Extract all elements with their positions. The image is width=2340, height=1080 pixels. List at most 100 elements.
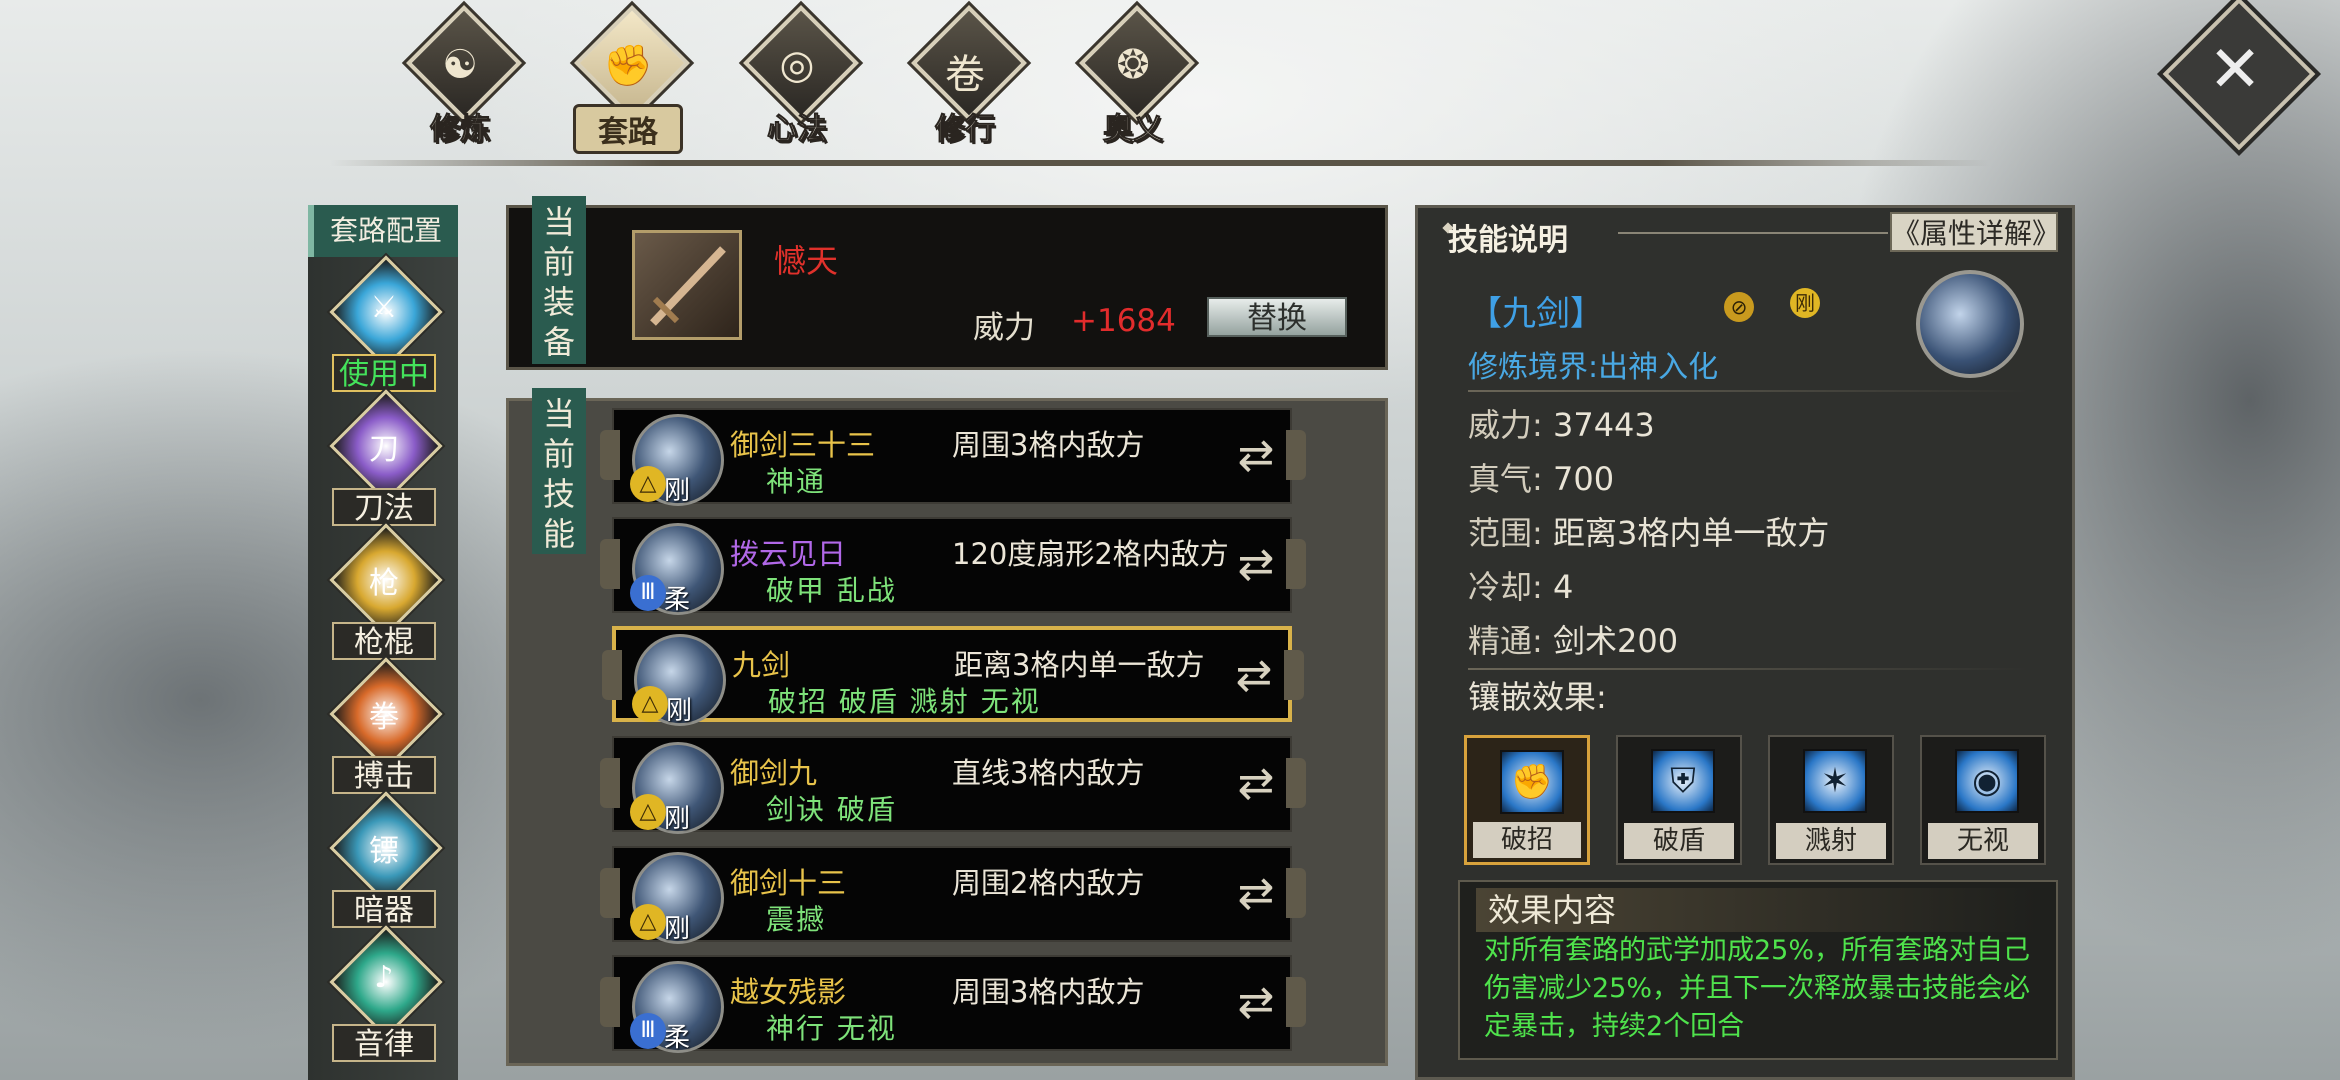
swap-icon[interactable]: ⇄: [1230, 758, 1282, 810]
row-cap: [1286, 977, 1306, 1027]
equipment-section-label: 当前装备: [532, 196, 586, 364]
weapon-slot[interactable]: [632, 230, 742, 340]
tab-label: 修行: [935, 112, 996, 148]
tab-label: 心法: [767, 112, 828, 148]
type-badge: 刚: [1790, 288, 1820, 318]
tab-2[interactable]: ✊ 套路: [553, 5, 703, 154]
inlay-slot[interactable]: ✊ 破招: [1464, 735, 1590, 865]
inlay-icon: ✶: [1803, 749, 1867, 813]
skill-name: 拨云见日: [730, 537, 847, 571]
stat-value: 37443: [1552, 406, 1655, 444]
effect-title: 效果内容: [1476, 888, 2036, 932]
swap-icon[interactable]: ⇄: [1230, 977, 1282, 1029]
skill-type: 刚: [664, 476, 691, 506]
stat-row: 冷却: 4: [1468, 562, 1573, 608]
skill-range: 周围3格内敌方: [952, 428, 1145, 462]
attribute-detail-button[interactable]: 《属性详解》: [1890, 212, 2060, 252]
skill-type: 刚: [664, 914, 691, 944]
skill-row[interactable]: △ 刚 九剑 破招 破盾 溅射 无视 距离3格内单一敌方 ⇄: [602, 626, 1304, 726]
inlay-label: 破招: [1473, 822, 1581, 858]
power-label: 威力: [973, 310, 1035, 346]
row-cap: [1286, 430, 1306, 480]
element-badge-icon: △: [630, 794, 666, 830]
stat-key: 精通:: [1468, 622, 1543, 660]
skill-name: 越女残影: [730, 975, 847, 1009]
sword-icon: [650, 246, 726, 326]
skill-name: 御剑十三: [730, 866, 847, 900]
stat-row: 真气: 700: [1468, 454, 1614, 500]
element-badge-icon: △: [632, 686, 668, 722]
inlay-slot[interactable]: ✶ 溅射: [1768, 735, 1894, 865]
tab-3[interactable]: ◎ 心法: [722, 5, 872, 148]
skill-row[interactable]: △ 刚 御剑三十三 神通 周围3格内敌方 ⇄: [600, 408, 1306, 506]
row-cap: [600, 758, 620, 808]
tab-icon: ❂: [1116, 42, 1150, 88]
power-bonus: +1684: [1071, 303, 1176, 339]
element-badge-icon: Ⅲ: [630, 1013, 666, 1049]
row-cap: [1286, 539, 1306, 589]
skill-row[interactable]: Ⅲ 柔 拨云见日 破甲 乱战 120度扇形2格内敌方 ⇄: [600, 517, 1306, 615]
divider: [1468, 390, 2028, 392]
skill-range: 直线3格内敌方: [952, 756, 1145, 790]
skill-row[interactable]: △ 刚 御剑十三 震撼 周围2格内敌方 ⇄: [600, 846, 1306, 944]
skill-row[interactable]: Ⅲ 柔 越女残影 神行 无视 周围3格内敌方 ⇄: [600, 955, 1306, 1053]
stat-key: 真气:: [1468, 460, 1543, 498]
skill-range: 120度扇形2格内敌方: [952, 537, 1229, 571]
stat-value: 距离3格内单一敌方: [1552, 514, 1830, 552]
skill-title: 【九剑】: [1468, 294, 1604, 334]
row-cap: [602, 650, 622, 700]
sidebar-title: 套路配置: [308, 205, 458, 257]
swap-icon[interactable]: ⇄: [1230, 430, 1282, 482]
sidebar-item-1[interactable]: ⚔ 使用中: [322, 255, 446, 392]
sidebar-item-label: 音律: [332, 1024, 436, 1062]
realm-text: 修炼境界:出神入化: [1468, 350, 1719, 385]
swap-icon[interactable]: ⇄: [1230, 868, 1282, 920]
replace-button[interactable]: 替换: [1207, 297, 1347, 337]
sidebar-item-2[interactable]: 刀刀法: [322, 389, 446, 526]
inlay-slot[interactable]: ⛨ 破盾: [1616, 735, 1742, 865]
swap-icon[interactable]: ⇄: [1228, 650, 1280, 702]
sidebar-item-label: 搏击: [332, 756, 436, 794]
tab-label: 修炼: [430, 112, 491, 148]
row-cap: [600, 539, 620, 589]
row-cap: [1286, 758, 1306, 808]
fist-icon-glyph: 拳: [369, 700, 399, 735]
stat-key: 冷却:: [1468, 568, 1543, 606]
skill-tags: 破招 破盾 溅射 无视: [768, 685, 1041, 718]
skill-row[interactable]: △ 刚 御剑九 剑诀 破盾 直线3格内敌方 ⇄: [600, 736, 1306, 834]
spear-icon-glyph: 枪: [369, 566, 399, 601]
sidebar-item-label: 使用中: [332, 354, 436, 392]
tab-icon: ☯: [442, 42, 478, 88]
effect-text: 对所有套路的武学加成25%，所有套路对自己伤害减少25%，并且下一次释放暴击技能…: [1484, 935, 2031, 1042]
sidebar-item-label: 暗器: [332, 890, 436, 928]
stat-row: 精通: 剑术200: [1468, 616, 1678, 662]
sidebar-item-5[interactable]: 镖暗器: [322, 791, 446, 928]
element-badge-icon: △: [630, 904, 666, 940]
weapon-name: 憾天: [774, 242, 839, 280]
title-line: [1618, 232, 1888, 234]
inlay-label: 溅射: [1776, 823, 1886, 859]
swap-icon[interactable]: ⇄: [1230, 539, 1282, 591]
sidebar-item-4[interactable]: 拳搏击: [322, 657, 446, 794]
inlay-slot[interactable]: ◉ 无视: [1920, 735, 2046, 865]
divider: [1468, 668, 2028, 670]
dart-icon-glyph: 镖: [369, 834, 399, 869]
row-cap: [600, 868, 620, 918]
inlay-label: 无视: [1928, 823, 2038, 859]
stat-row: 威力: 37443: [1468, 400, 1655, 446]
tab-icon: ✊: [603, 43, 653, 89]
tab-1[interactable]: ☯ 修炼: [385, 5, 535, 148]
tab-5[interactable]: ❂ 奥义: [1058, 5, 1208, 148]
skill-tags: 震撼: [766, 903, 827, 936]
skill-name: 九剑: [732, 648, 791, 682]
skills-section-label: 当前技能: [532, 388, 586, 554]
skill-name: 御剑三十三: [730, 428, 876, 462]
stat-value: 4: [1552, 568, 1574, 606]
sidebar-item-6[interactable]: ♪ 音律: [322, 925, 446, 1062]
skill-type: 柔: [664, 585, 691, 615]
tab-4[interactable]: 卷修行: [890, 5, 1040, 148]
blade-icon-glyph: 刀: [369, 432, 399, 467]
close-icon[interactable]: ✕: [2185, 20, 2285, 120]
sidebar-item-3[interactable]: 枪枪棍: [322, 523, 446, 660]
stat-value: 剑术200: [1552, 622, 1679, 660]
